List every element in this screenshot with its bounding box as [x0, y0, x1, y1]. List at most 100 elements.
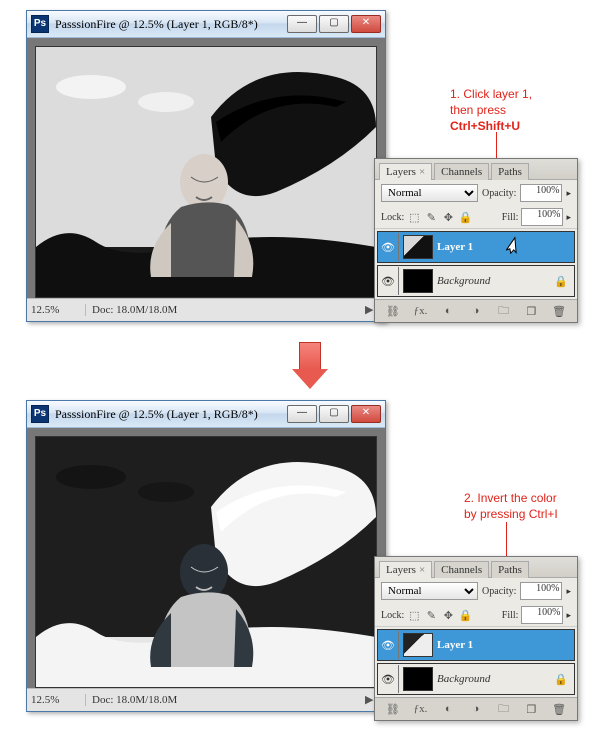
tab-layers[interactable]: Layers×	[379, 163, 432, 180]
layer-name[interactable]: Background	[437, 673, 554, 685]
chevron-down-icon[interactable]: ▸	[566, 188, 571, 199]
chevron-down-icon[interactable]: ▸	[566, 586, 571, 597]
blend-mode-select[interactable]: Normal	[381, 184, 478, 202]
window-title: PasssionFire @ 12.5% (Layer 1, RGB/8*)	[55, 17, 287, 32]
chevron-down-icon[interactable]: ▸	[566, 212, 571, 223]
lock-all-icon[interactable]: 🔒	[458, 608, 472, 622]
tab-paths[interactable]: Paths	[491, 163, 529, 180]
tab-paths[interactable]: Paths	[491, 561, 529, 578]
callout-2: 2. Invert the color by pressing Ctrl+I	[464, 490, 558, 522]
adjustment-icon[interactable]: ◑	[467, 701, 485, 717]
layer-list: 👁 Layer 1 👁 Background 🔒	[375, 629, 577, 695]
lock-pixels-icon[interactable]: ✎	[424, 608, 438, 622]
lock-transparent-icon[interactable]: ⬚	[407, 608, 421, 622]
lock-all-icon[interactable]: 🔒	[458, 210, 472, 224]
fill-label: Fill:	[502, 610, 519, 621]
layer-list: 👁 Layer 1 👁 Background 🔒	[375, 231, 577, 297]
adjustment-icon[interactable]: ◑	[467, 303, 485, 319]
group-icon[interactable]: 🗀	[495, 701, 513, 717]
visibility-icon[interactable]: 👁	[378, 631, 399, 659]
window-buttons: — ▢ ✕	[287, 405, 381, 423]
fx-icon[interactable]: ƒx.	[412, 303, 430, 319]
status-bar: 12.5% Doc: 18.0M/18.0M ▶	[27, 688, 385, 711]
lock-label: Lock:	[381, 212, 404, 223]
trash-icon[interactable]: 🗑	[550, 701, 568, 717]
fill-label: Fill:	[502, 212, 519, 223]
layers-panel-1[interactable]: Layers× Channels Paths Normal Opacity: 1…	[374, 158, 578, 323]
link-icon[interactable]: ⛓	[384, 701, 402, 717]
document-image	[35, 46, 377, 298]
document-window-2: Ps PasssionFire @ 12.5% (Layer 1, RGB/8*…	[26, 400, 386, 712]
layer-row-background[interactable]: 👁 Background 🔒	[377, 265, 575, 297]
lock-transparent-icon[interactable]: ⬚	[407, 210, 421, 224]
window-title: PasssionFire @ 12.5% (Layer 1, RGB/8*)	[55, 407, 287, 422]
lock-icon: 🔒	[554, 275, 570, 288]
link-icon[interactable]: ⛓	[384, 303, 402, 319]
visibility-icon[interactable]: 👁	[378, 267, 399, 295]
close-icon[interactable]: ×	[419, 166, 425, 178]
layer-thumbnail[interactable]	[403, 667, 433, 691]
new-layer-icon[interactable]: ❐	[522, 701, 540, 717]
layer-row-layer1[interactable]: 👁 Layer 1	[377, 629, 575, 661]
app-icon: Ps	[31, 15, 49, 33]
app-icon: Ps	[31, 405, 49, 423]
zoom-field[interactable]: 12.5%	[27, 304, 86, 316]
callout-1: 1. Click layer 1, then press Ctrl+Shift+…	[450, 86, 532, 135]
trash-icon[interactable]: 🗑	[550, 303, 568, 319]
opacity-field[interactable]: 100%	[520, 184, 562, 202]
fill-field[interactable]: 100%	[521, 208, 563, 226]
canvas-area[interactable]	[27, 38, 385, 298]
maximize-button[interactable]: ▢	[319, 405, 349, 423]
opacity-field[interactable]: 100%	[520, 582, 562, 600]
titlebar[interactable]: Ps PasssionFire @ 12.5% (Layer 1, RGB/8*…	[27, 11, 385, 38]
lock-icon: 🔒	[554, 673, 570, 686]
layer-thumbnail[interactable]	[403, 269, 433, 293]
layer-thumbnail[interactable]	[403, 633, 433, 657]
titlebar[interactable]: Ps PasssionFire @ 12.5% (Layer 1, RGB/8*…	[27, 401, 385, 428]
fill-field[interactable]: 100%	[521, 606, 563, 624]
layer-row-layer1[interactable]: 👁 Layer 1	[377, 231, 575, 263]
layer-name[interactable]: Background	[437, 275, 554, 287]
document-window-1: Ps PasssionFire @ 12.5% (Layer 1, RGB/8*…	[26, 10, 386, 322]
new-layer-icon[interactable]: ❐	[522, 303, 540, 319]
chevron-down-icon[interactable]: ▸	[566, 610, 571, 621]
panel-footer: ⛓ ƒx. ◐ ◑ 🗀 ❐ 🗑	[375, 697, 577, 720]
tab-layers[interactable]: Layers×	[379, 561, 432, 578]
visibility-icon[interactable]: 👁	[378, 233, 399, 261]
zoom-field[interactable]: 12.5%	[27, 694, 86, 706]
document-image-inverted	[35, 436, 377, 688]
lock-label: Lock:	[381, 610, 404, 621]
close-button[interactable]: ✕	[351, 15, 381, 33]
visibility-icon[interactable]: 👁	[378, 665, 399, 693]
lock-pixels-icon[interactable]: ✎	[424, 210, 438, 224]
mask-icon[interactable]: ◐	[439, 701, 457, 717]
panel-tabs: Layers× Channels Paths	[375, 159, 577, 180]
close-button[interactable]: ✕	[351, 405, 381, 423]
close-icon[interactable]: ×	[419, 564, 425, 576]
layer-name[interactable]: Layer 1	[437, 241, 574, 253]
opacity-label: Opacity:	[482, 188, 516, 199]
lock-position-icon[interactable]: ✥	[441, 608, 455, 622]
canvas-area[interactable]	[27, 428, 385, 688]
tab-channels[interactable]: Channels	[434, 561, 489, 578]
layer-row-background[interactable]: 👁 Background 🔒	[377, 663, 575, 695]
status-bar: 12.5% Doc: 18.0M/18.0M ▶	[27, 298, 385, 321]
window-buttons: — ▢ ✕	[287, 15, 381, 33]
opacity-label: Opacity:	[482, 586, 516, 597]
blend-mode-select[interactable]: Normal	[381, 582, 478, 600]
tab-channels[interactable]: Channels	[434, 163, 489, 180]
doc-info: Doc: 18.0M/18.0M	[86, 694, 359, 706]
layer-name[interactable]: Layer 1	[437, 639, 574, 651]
lock-position-icon[interactable]: ✥	[441, 210, 455, 224]
maximize-button[interactable]: ▢	[319, 15, 349, 33]
doc-info: Doc: 18.0M/18.0M	[86, 304, 359, 316]
mask-icon[interactable]: ◐	[439, 303, 457, 319]
minimize-button[interactable]: —	[287, 405, 317, 423]
panel-footer: ⛓ ƒx. ◐ ◑ 🗀 ❐ 🗑	[375, 299, 577, 322]
fx-icon[interactable]: ƒx.	[412, 701, 430, 717]
group-icon[interactable]: 🗀	[495, 303, 513, 319]
layers-panel-2[interactable]: Layers× Channels Paths Normal Opacity: 1…	[374, 556, 578, 721]
minimize-button[interactable]: —	[287, 15, 317, 33]
panel-tabs: Layers× Channels Paths	[375, 557, 577, 578]
layer-thumbnail[interactable]	[403, 235, 433, 259]
